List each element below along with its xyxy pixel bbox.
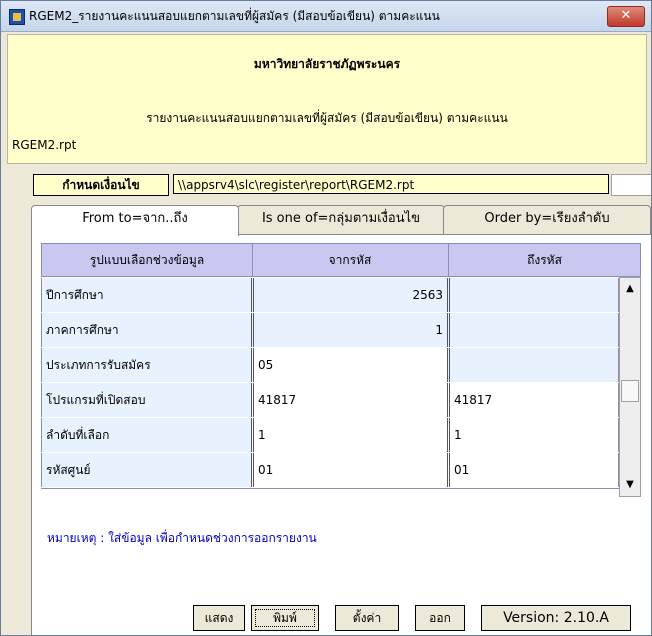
close-button[interactable]: ✕	[607, 6, 645, 27]
note-text: หมายเหตุ : ใส่ข้อมูล เพื่อกำหนดช่วงการออ…	[47, 531, 317, 545]
row-label: โปรแกรมที่เปิดสอบ	[41, 383, 251, 417]
from-cell[interactable]: 41817	[251, 383, 447, 417]
report-window: RGEM2_รายงานคะแนนสอบแยกตามเลขที่ผู้สมัคร…	[0, 0, 652, 636]
scroll-up-icon[interactable]: ▲	[621, 279, 639, 299]
report-header: มหาวิทยาลัยราชภัฏพระนคร รายงานคะแนนสอบแย…	[7, 34, 647, 164]
tab-is-one-of[interactable]: Is one of=กลุ่มตามเงื่อนไข	[237, 205, 445, 234]
exit-button[interactable]: ออก	[415, 605, 465, 631]
condition-label: กำหนดเงื่อนไข	[33, 174, 169, 196]
from-cell[interactable]: 1	[251, 313, 447, 347]
window-title: RGEM2_รายงานคะแนนสอบแยกตามเลขที่ผู้สมัคร…	[29, 9, 440, 23]
to-cell[interactable]: 41817	[447, 383, 619, 417]
scroll-thumb[interactable]	[621, 380, 639, 402]
side-box	[611, 174, 651, 196]
from-cell[interactable]: 05	[251, 348, 447, 382]
report-file-name: RGEM2.rpt	[12, 138, 77, 152]
row-label: ปีการศึกษา	[41, 278, 251, 312]
university-name: มหาวิทยาลัยราชภัฏพระนคร	[253, 57, 401, 71]
grid-header-label: รูปแบบเลือกช่วงข้อมูล	[42, 244, 253, 276]
tab-order-by[interactable]: Order by=เรียงลำดับ	[443, 205, 651, 234]
from-cell[interactable]: 01	[251, 453, 447, 487]
print-button[interactable]: พิมพ์	[251, 605, 319, 631]
row-label: รหัสศูนย์	[41, 453, 251, 487]
table-row: โปรแกรมที่เปิดสอบ 41817 41817	[41, 383, 619, 419]
version-label: Version: 2.10.A	[481, 605, 631, 631]
row-label: ลำดับที่เลือก	[41, 418, 251, 452]
grid-header-to: ถึงรหัส	[527, 253, 562, 267]
to-cell[interactable]: 1	[447, 418, 619, 452]
to-cell[interactable]	[447, 348, 619, 382]
table-row: รหัสศูนย์ 01 01	[41, 453, 619, 489]
scroll-down-icon[interactable]: ▼	[621, 475, 639, 495]
report-title: รายงานคะแนนสอบแยกตามเลขที่ผู้สมัคร (มีสอ…	[146, 111, 508, 125]
to-cell[interactable]	[447, 313, 619, 347]
to-cell[interactable]	[447, 278, 619, 312]
table-row: ประเภทการรับสมัคร 05	[41, 348, 619, 384]
app-icon	[9, 9, 25, 25]
row-label: ประเภทการรับสมัคร	[41, 348, 251, 382]
settings-button[interactable]: ตั้งค่า	[335, 605, 399, 631]
title-bar: RGEM2_รายงานคะแนนสอบแยกตามเลขที่ผู้สมัคร…	[1, 1, 651, 32]
to-cell[interactable]: 01	[447, 453, 619, 487]
report-path-field: \\appsrv4\slc\register\report\RGEM2.rpt	[173, 174, 609, 194]
grid-scrollbar[interactable]: ▲ ▼	[619, 277, 641, 497]
from-cell[interactable]: 2563	[251, 278, 447, 312]
table-row: ภาคการศึกษา 1	[41, 313, 619, 349]
table-row: ลำดับที่เลือก 1 1	[41, 418, 619, 454]
table-row: ปีการศึกษา 2563	[41, 278, 619, 314]
show-button[interactable]: แสดง	[193, 605, 245, 631]
tab-from-to[interactable]: From to=จาก..ถึง	[31, 205, 239, 236]
row-label: ภาคการศึกษา	[41, 313, 251, 347]
grid-header: รูปแบบเลือกช่วงข้อมูล จากรหัส ถึงรหัส	[41, 243, 641, 277]
from-cell[interactable]: 1	[251, 418, 447, 452]
grid-header-from: จากรหัส	[252, 244, 449, 276]
